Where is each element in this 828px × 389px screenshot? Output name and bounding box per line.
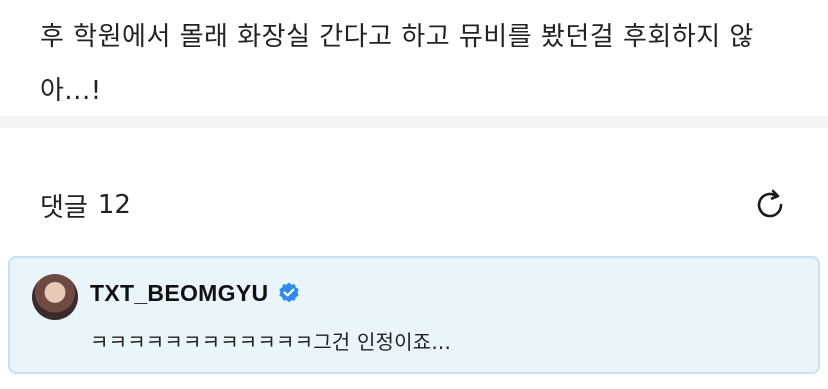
comment-author-name[interactable]: TXT_BEOMGYU xyxy=(90,280,268,307)
comments-title: 댓글 12 xyxy=(40,187,131,224)
section-divider xyxy=(0,116,828,128)
comments-count: 12 xyxy=(97,190,131,220)
refresh-button[interactable] xyxy=(750,185,790,225)
comments-label: 댓글 xyxy=(40,192,88,223)
comment-item-highlighted[interactable]: TXT_BEOMGYU ㅋㅋㅋㅋㅋㅋㅋㅋㅋㅋㅋㅋ그건 인정이죠... xyxy=(8,256,820,374)
verified-badge-icon xyxy=(276,280,302,306)
comment-author-row: TXT_BEOMGYU xyxy=(90,276,302,310)
comment-text: ㅋㅋㅋㅋㅋㅋㅋㅋㅋㅋㅋㅋ그건 인정이죠... xyxy=(90,330,452,354)
refresh-icon xyxy=(757,189,783,218)
avatar[interactable] xyxy=(32,274,78,320)
post-body-text: 후 학원에서 몰래 화장실 간다고 하고 뮤비를 봤던걸 후회하지 않아...! xyxy=(40,22,754,106)
comments-header: 댓글 12 xyxy=(40,180,790,230)
